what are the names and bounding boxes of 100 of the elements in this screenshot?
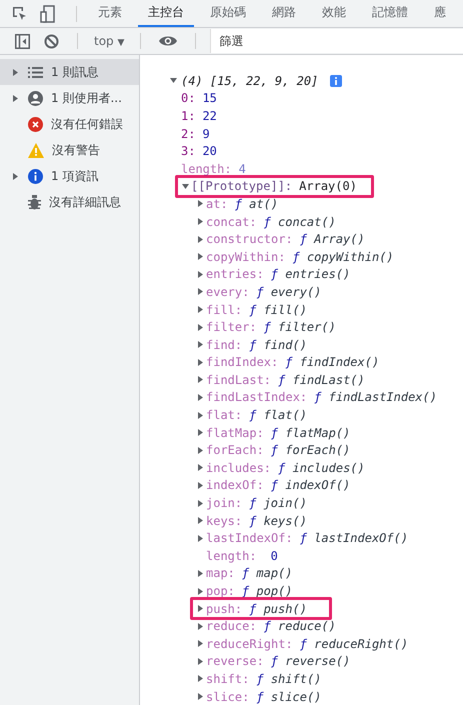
property-name: lastIndexOf: <box>206 531 293 546</box>
property-value: 20 <box>202 144 217 158</box>
device-icon[interactable] <box>40 4 56 22</box>
property-name: filter: <box>206 320 257 334</box>
property-name: entries: <box>206 267 264 282</box>
sidebar-item[interactable]: 沒有詳細訊息 <box>0 189 139 215</box>
panel-tab[interactable]: 記憶體 <box>362 0 418 27</box>
property-name: forEach: <box>206 443 264 458</box>
property-value: ƒ push() <box>249 602 307 616</box>
property-name: [[Prototype]]: <box>191 179 292 194</box>
property-value: ƒ join() <box>249 496 307 510</box>
collapsed-triangle-icon[interactable] <box>197 412 204 419</box>
panel-tab[interactable]: 元素 <box>88 0 132 27</box>
collapsed-triangle-icon[interactable] <box>197 588 204 595</box>
property-value: ƒ copyWithin() <box>292 250 394 264</box>
property-name: includes: <box>206 460 272 475</box>
collapsed-triangle-icon[interactable] <box>12 172 19 180</box>
sidebar-item[interactable]: 1 則使用者... <box>0 85 139 111</box>
collapsed-triangle-icon[interactable] <box>197 341 204 348</box>
array-preview: (4) [15, 22, 9, 20] <box>181 74 318 88</box>
collapsed-triangle-icon[interactable] <box>197 429 204 436</box>
eye-icon[interactable] <box>159 35 178 47</box>
collapsed-triangle-icon[interactable] <box>197 306 204 314</box>
property-name: length: <box>181 162 232 176</box>
collapsed-triangle-icon[interactable] <box>197 200 204 208</box>
property-value: ƒ lastIndexOf() <box>300 531 408 546</box>
property-name: flatMap: <box>206 426 264 440</box>
collapsed-triangle-icon[interactable] <box>197 640 204 648</box>
sidebar-item[interactable]: 沒有任何錯誤 <box>0 111 139 137</box>
collapsed-triangle-icon[interactable] <box>197 605 204 612</box>
property-name: keys: <box>206 514 242 528</box>
collapsed-triangle-icon[interactable] <box>197 464 204 472</box>
property-value: ƒ reduceRight() <box>300 636 408 651</box>
expanded-triangle-icon[interactable] <box>170 77 177 84</box>
panel-tab[interactable]: 效能 <box>312 0 356 27</box>
collapsed-triangle-icon[interactable] <box>197 218 204 226</box>
panel-tab[interactable]: 網路 <box>262 0 306 27</box>
property-value: 22 <box>202 108 217 123</box>
bug-icon <box>28 194 41 210</box>
property-value: ƒ find() <box>249 338 307 352</box>
collapsed-triangle-icon[interactable] <box>197 394 204 401</box>
property-name: find: <box>206 338 242 352</box>
property-value: 0 <box>270 548 278 563</box>
filter-field[interactable]: 篩選 <box>210 29 463 53</box>
property-name: every: <box>206 284 250 299</box>
property-value: ƒ indexOf() <box>270 478 350 492</box>
collapsed-triangle-icon[interactable] <box>197 270 204 278</box>
clear-icon[interactable] <box>44 34 59 48</box>
collapsed-triangle-icon[interactable] <box>197 482 204 489</box>
list-icon <box>28 66 43 78</box>
collapsed-triangle-icon[interactable] <box>197 622 204 630</box>
property-name: slice: <box>206 690 250 704</box>
property-value: ƒ fill() <box>249 302 307 317</box>
property-name: 3: <box>181 144 196 158</box>
sidebar-item[interactable]: 1 則訊息 <box>0 59 139 85</box>
collapsed-triangle-icon[interactable] <box>197 376 204 384</box>
collapsed-triangle-icon[interactable] <box>197 358 204 366</box>
collapsed-triangle-icon[interactable] <box>197 253 204 260</box>
panel-tab[interactable]: 應 <box>424 0 456 27</box>
user-icon <box>28 90 43 106</box>
property-name: findIndex: <box>206 355 278 370</box>
property-name: 2: <box>181 126 196 141</box>
property-name: fill: <box>206 302 242 317</box>
collapsed-triangle-icon[interactable] <box>197 236 204 243</box>
property-value: ƒ forEach() <box>270 443 350 458</box>
collapsed-triangle-icon[interactable] <box>197 446 204 454</box>
property-value: 15 <box>202 91 217 106</box>
sidebar-toggle-icon[interactable] <box>15 34 30 48</box>
collapsed-triangle-icon[interactable] <box>197 534 204 542</box>
property-value: ƒ at() <box>234 196 278 211</box>
property-name: 0: <box>181 91 196 106</box>
collapsed-triangle-icon[interactable] <box>197 658 204 665</box>
collapsed-triangle-icon[interactable] <box>12 94 19 102</box>
sidebar-item[interactable]: 1 項資訊 <box>0 163 139 189</box>
property-value: ƒ findLastIndex() <box>314 390 437 404</box>
property-value: ƒ pop() <box>242 584 292 598</box>
error-icon <box>28 116 43 132</box>
property-value: ƒ every() <box>256 284 322 299</box>
inspect-icon[interactable] <box>12 6 28 22</box>
collapsed-triangle-icon[interactable] <box>197 288 204 296</box>
collapsed-triangle-icon[interactable] <box>197 570 204 577</box>
property-value: ƒ map() <box>242 566 292 580</box>
property-name: indexOf: <box>206 478 264 492</box>
collapsed-triangle-icon[interactable] <box>12 68 19 76</box>
property-value: ƒ findLast() <box>278 372 365 387</box>
property-name: constructor: <box>206 232 293 246</box>
warning-icon <box>28 142 44 158</box>
panel-tab[interactable]: 原始碼 <box>200 0 256 27</box>
collapsed-triangle-icon[interactable] <box>197 693 204 700</box>
collapsed-triangle-icon[interactable] <box>197 517 204 524</box>
property-value: 9 <box>202 126 210 141</box>
expanded-triangle-icon[interactable] <box>182 182 189 190</box>
property-value: ƒ entries() <box>270 267 350 282</box>
collapsed-triangle-icon[interactable] <box>197 675 204 682</box>
context-dropdown[interactable]: top ▼ <box>92 34 126 48</box>
property-value: ƒ keys() <box>249 514 307 528</box>
sidebar-item[interactable]: 沒有警告 <box>0 137 139 163</box>
property-value: ƒ shift() <box>256 672 322 686</box>
collapsed-triangle-icon[interactable] <box>197 500 204 507</box>
collapsed-triangle-icon[interactable] <box>197 324 204 331</box>
